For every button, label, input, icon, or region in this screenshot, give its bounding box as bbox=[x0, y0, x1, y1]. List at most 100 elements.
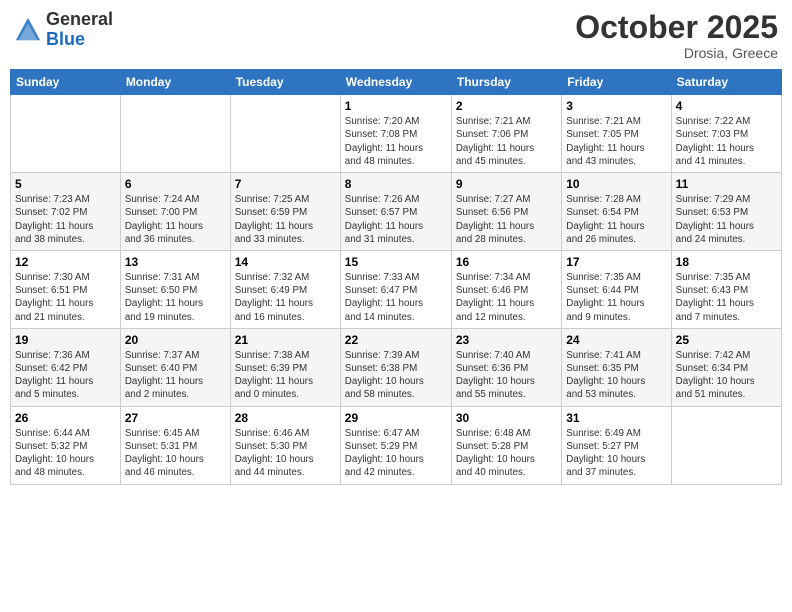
calendar-week-5: 26 Sunrise: 6:44 AM Sunset: 5:32 PM Dayli… bbox=[11, 406, 782, 484]
day-info: Sunrise: 7:32 AM Sunset: 6:49 PM Dayligh… bbox=[235, 271, 336, 324]
calendar-cell: 24Sunrise: 7:41 AM Sunset: 6:35 PM Dayli… bbox=[562, 328, 671, 406]
day-info: Sunrise: 6:45 AM Sunset: 5:31 PM Dayligh… bbox=[125, 427, 226, 480]
calendar-cell: 16Sunrise: 7:34 AM Sunset: 6:46 PM Dayli… bbox=[451, 250, 561, 328]
day-number: 21 bbox=[235, 333, 336, 347]
day-info: Sunrise: 7:21 AM Sunset: 7:06 PM Dayligh… bbox=[456, 115, 557, 168]
day-info: Sunrise: 7:31 AM Sunset: 6:50 PM Dayligh… bbox=[125, 271, 226, 324]
calendar-cell: 1 Sunrise: 7:20 AM Sunset: 7:08 PM Daylig… bbox=[340, 95, 451, 173]
day-number: 28 bbox=[235, 411, 336, 425]
day-number: 12 bbox=[15, 255, 116, 269]
logo-general-text: General bbox=[46, 10, 113, 30]
day-number: 18 bbox=[676, 255, 777, 269]
column-header-saturday: Saturday bbox=[671, 70, 781, 95]
column-header-sunday: Sunday bbox=[11, 70, 121, 95]
day-info: Sunrise: 7:40 AM Sunset: 6:36 PM Dayligh… bbox=[456, 349, 557, 402]
calendar-cell: 21 Sunrise: 7:38 AM Sunset: 6:39 PM Dayli… bbox=[230, 328, 340, 406]
calendar-cell: 2 Sunrise: 7:21 AM Sunset: 7:06 PM Daylig… bbox=[451, 95, 561, 173]
day-number: 22 bbox=[345, 333, 447, 347]
calendar-cell bbox=[671, 406, 781, 484]
logo-icon bbox=[14, 16, 42, 44]
calendar-cell: 15Sunrise: 7:33 AM Sunset: 6:47 PM Dayli… bbox=[340, 250, 451, 328]
day-info: Sunrise: 7:36 AM Sunset: 6:42 PM Dayligh… bbox=[15, 349, 116, 402]
day-info: Sunrise: 6:46 AM Sunset: 5:30 PM Dayligh… bbox=[235, 427, 336, 480]
calendar-cell: 25 Sunrise: 7:42 AM Sunset: 6:34 PM Dayli… bbox=[671, 328, 781, 406]
day-info: Sunrise: 6:47 AM Sunset: 5:29 PM Dayligh… bbox=[345, 427, 447, 480]
calendar-cell: 28 Sunrise: 6:46 AM Sunset: 5:30 PM Dayli… bbox=[230, 406, 340, 484]
day-number: 19 bbox=[15, 333, 116, 347]
day-info: Sunrise: 7:30 AM Sunset: 6:51 PM Dayligh… bbox=[15, 271, 116, 324]
day-number: 4 bbox=[676, 99, 777, 113]
day-info: Sunrise: 7:23 AM Sunset: 7:02 PM Dayligh… bbox=[15, 193, 116, 246]
calendar-header-row: SundayMondayTuesdayWednesdayThursdayFrid… bbox=[11, 70, 782, 95]
day-number: 16 bbox=[456, 255, 557, 269]
day-number: 27 bbox=[125, 411, 226, 425]
column-header-wednesday: Wednesday bbox=[340, 70, 451, 95]
calendar-cell: 14 Sunrise: 7:32 AM Sunset: 6:49 PM Dayli… bbox=[230, 250, 340, 328]
month-title: October 2025 bbox=[575, 10, 778, 45]
day-number: 23 bbox=[456, 333, 557, 347]
day-info: Sunrise: 7:38 AM Sunset: 6:39 PM Dayligh… bbox=[235, 349, 336, 402]
calendar-cell: 5 Sunrise: 7:23 AM Sunset: 7:02 PM Daylig… bbox=[11, 173, 121, 251]
day-info: Sunrise: 7:37 AM Sunset: 6:40 PM Dayligh… bbox=[125, 349, 226, 402]
calendar-cell: 13Sunrise: 7:31 AM Sunset: 6:50 PM Dayli… bbox=[120, 250, 230, 328]
day-info: Sunrise: 7:20 AM Sunset: 7:08 PM Dayligh… bbox=[345, 115, 447, 168]
day-info: Sunrise: 6:44 AM Sunset: 5:32 PM Dayligh… bbox=[15, 427, 116, 480]
calendar-cell: 30 Sunrise: 6:48 AM Sunset: 5:28 PM Dayli… bbox=[451, 406, 561, 484]
day-number: 11 bbox=[676, 177, 777, 191]
day-info: Sunrise: 7:21 AM Sunset: 7:05 PM Dayligh… bbox=[566, 115, 666, 168]
calendar-cell: 18Sunrise: 7:35 AM Sunset: 6:43 PM Dayli… bbox=[671, 250, 781, 328]
calendar-week-2: 5 Sunrise: 7:23 AM Sunset: 7:02 PM Daylig… bbox=[11, 173, 782, 251]
calendar-week-1: 1 Sunrise: 7:20 AM Sunset: 7:08 PM Daylig… bbox=[11, 95, 782, 173]
day-info: Sunrise: 6:49 AM Sunset: 5:27 PM Dayligh… bbox=[566, 427, 666, 480]
day-number: 7 bbox=[235, 177, 336, 191]
column-header-tuesday: Tuesday bbox=[230, 70, 340, 95]
day-info: Sunrise: 7:33 AM Sunset: 6:47 PM Dayligh… bbox=[345, 271, 447, 324]
page-header: General Blue October 2025 Drosia, Greece bbox=[10, 10, 782, 61]
day-info: Sunrise: 7:22 AM Sunset: 7:03 PM Dayligh… bbox=[676, 115, 777, 168]
logo: General Blue bbox=[14, 10, 113, 50]
day-info: Sunrise: 7:26 AM Sunset: 6:57 PM Dayligh… bbox=[345, 193, 447, 246]
day-number: 24 bbox=[566, 333, 666, 347]
calendar-cell bbox=[11, 95, 121, 173]
calendar-cell: 19 Sunrise: 7:36 AM Sunset: 6:42 PM Dayli… bbox=[11, 328, 121, 406]
calendar-cell: 31 Sunrise: 6:49 AM Sunset: 5:27 PM Dayli… bbox=[562, 406, 671, 484]
day-number: 20 bbox=[125, 333, 226, 347]
calendar-cell: 8 Sunrise: 7:26 AM Sunset: 6:57 PM Daylig… bbox=[340, 173, 451, 251]
day-number: 14 bbox=[235, 255, 336, 269]
logo-blue-text: Blue bbox=[46, 30, 113, 50]
day-number: 25 bbox=[676, 333, 777, 347]
day-info: Sunrise: 7:27 AM Sunset: 6:56 PM Dayligh… bbox=[456, 193, 557, 246]
location: Drosia, Greece bbox=[575, 45, 778, 61]
day-number: 2 bbox=[456, 99, 557, 113]
calendar-cell bbox=[120, 95, 230, 173]
day-number: 6 bbox=[125, 177, 226, 191]
day-number: 1 bbox=[345, 99, 447, 113]
day-number: 9 bbox=[456, 177, 557, 191]
calendar-cell bbox=[230, 95, 340, 173]
title-block: October 2025 Drosia, Greece bbox=[575, 10, 778, 61]
calendar-cell: 29Sunrise: 6:47 AM Sunset: 5:29 PM Dayli… bbox=[340, 406, 451, 484]
day-number: 30 bbox=[456, 411, 557, 425]
day-number: 17 bbox=[566, 255, 666, 269]
calendar-cell: 22Sunrise: 7:39 AM Sunset: 6:38 PM Dayli… bbox=[340, 328, 451, 406]
day-info: Sunrise: 6:48 AM Sunset: 5:28 PM Dayligh… bbox=[456, 427, 557, 480]
day-info: Sunrise: 7:42 AM Sunset: 6:34 PM Dayligh… bbox=[676, 349, 777, 402]
day-info: Sunrise: 7:25 AM Sunset: 6:59 PM Dayligh… bbox=[235, 193, 336, 246]
calendar-cell: 11Sunrise: 7:29 AM Sunset: 6:53 PM Dayli… bbox=[671, 173, 781, 251]
day-number: 26 bbox=[15, 411, 116, 425]
calendar-week-3: 12 Sunrise: 7:30 AM Sunset: 6:51 PM Dayli… bbox=[11, 250, 782, 328]
day-number: 31 bbox=[566, 411, 666, 425]
day-info: Sunrise: 7:24 AM Sunset: 7:00 PM Dayligh… bbox=[125, 193, 226, 246]
column-header-friday: Friday bbox=[562, 70, 671, 95]
calendar-cell: 4 Sunrise: 7:22 AM Sunset: 7:03 PM Daylig… bbox=[671, 95, 781, 173]
day-info: Sunrise: 7:28 AM Sunset: 6:54 PM Dayligh… bbox=[566, 193, 666, 246]
calendar-cell: 20 Sunrise: 7:37 AM Sunset: 6:40 PM Dayli… bbox=[120, 328, 230, 406]
calendar-cell: 12 Sunrise: 7:30 AM Sunset: 6:51 PM Dayli… bbox=[11, 250, 121, 328]
calendar-cell: 23 Sunrise: 7:40 AM Sunset: 6:36 PM Dayli… bbox=[451, 328, 561, 406]
calendar-cell: 3 Sunrise: 7:21 AM Sunset: 7:05 PM Daylig… bbox=[562, 95, 671, 173]
day-number: 3 bbox=[566, 99, 666, 113]
calendar-cell: 17Sunrise: 7:35 AM Sunset: 6:44 PM Dayli… bbox=[562, 250, 671, 328]
day-number: 8 bbox=[345, 177, 447, 191]
day-number: 10 bbox=[566, 177, 666, 191]
day-number: 5 bbox=[15, 177, 116, 191]
